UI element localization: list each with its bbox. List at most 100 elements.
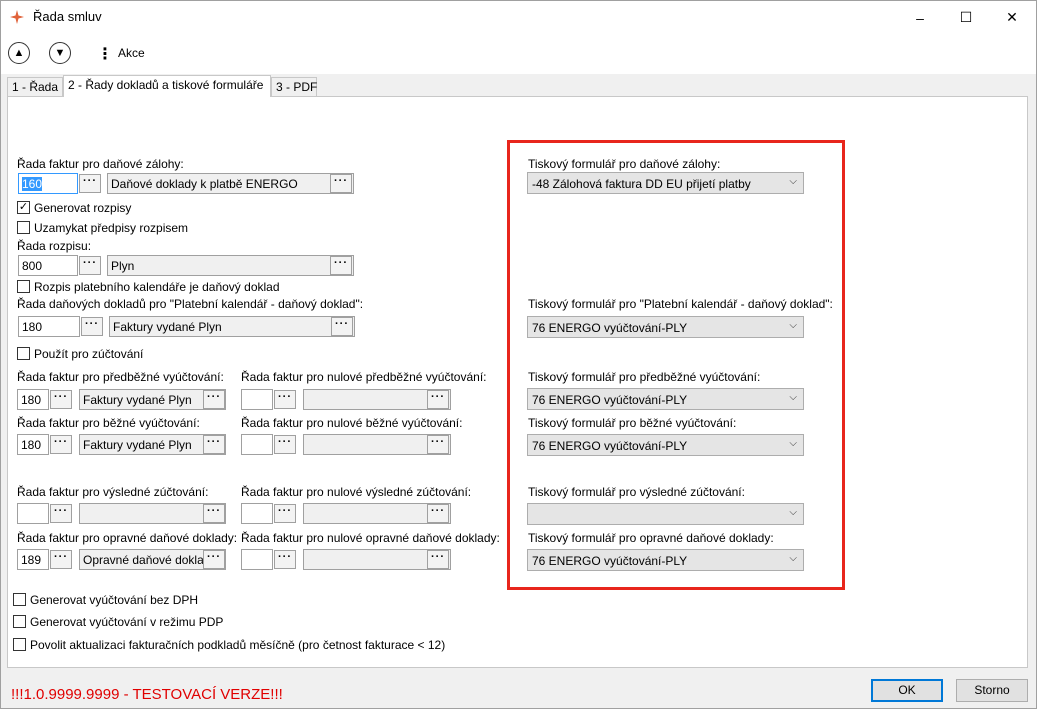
use-for-billing-label: Použít pro zúčtování [34,347,144,361]
tax-doc-series-name-browse-button[interactable]: ··· [331,317,353,336]
tax-doc-series-browse-button[interactable]: ··· [81,317,103,336]
next-record-button[interactable]: ▼ [49,42,71,64]
cancel-button[interactable]: Storno [956,679,1028,702]
billing-no-vat-label: Generovat vyúčtování bez DPH [30,593,199,607]
calendar-form-select[interactable]: 76 ENERGO vyúčtování-PLY ⌵ [527,316,804,338]
final-settlement-name-browse-button[interactable]: ··· [203,504,225,523]
chevron-down-icon: ⌵ [789,553,797,564]
breakdown-series-label: Řada rozpisu: [17,239,92,253]
corrective-form-select[interactable]: 76 ENERGO vyúčtování-PLY ⌵ [527,549,804,571]
check-icon: ✓ [18,201,29,213]
tax-doc-series-name-field: Faktury vydané Plyn [109,316,355,337]
version-warning: !!!1.0.9999.9999 - TESTOVACÍ VERZE!!! [11,686,283,703]
zero-regular-billing-code-input[interactable] [241,434,273,455]
billing-pdp-label: Generovat vyúčtování v režimu PDP [30,615,224,629]
advance-invoice-series-name-field: Daňové doklady k platbě ENERGO [107,173,354,194]
tax-doc-series-label: Řada daňových dokladů pro "Platební kale… [17,297,364,311]
generate-breakdowns-label: Generovat rozpisy [34,201,132,215]
regular-billing-name-browse-button[interactable]: ··· [203,435,225,454]
tab-rada[interactable]: 1 - Řada [7,77,63,97]
regular-billing-label: Řada faktur pro běžné vyúčtování: [17,416,200,430]
dialog-window: Řada smluv – ☐ ✕ ▲ ▼ ⋮ Akce 1 - Řada 2 -… [0,0,1037,709]
prelim-billing-name-browse-button[interactable]: ··· [203,390,225,409]
regular-billing-code-input[interactable]: 180 [17,434,49,455]
final-settlement-label: Řada faktur pro výsledné zúčtování: [17,485,209,499]
more-menu-icon[interactable]: ⋮ [97,44,113,64]
zero-corrective-docs-code-input[interactable] [241,549,273,570]
final-form-select[interactable]: ⌵ [527,503,804,525]
chevron-up-icon: ▲ [13,47,25,59]
advance-invoice-series-name-browse-button[interactable]: ··· [330,174,352,193]
chevron-down-icon: ⌵ [789,438,797,449]
ok-button[interactable]: OK [871,679,943,702]
lock-breakdowns-label: Uzamykat předpisy rozpisem [34,221,189,235]
corrective-docs-label: Řada faktur pro opravné daňové doklady: [17,531,238,545]
app-logo-icon [10,10,24,24]
billing-pdp-checkbox[interactable] [13,615,26,628]
zero-corrective-docs-name-browse-button[interactable]: ··· [427,550,449,569]
payment-calendar-tax-doc-label: Rozpis platebního kalendáře je daňový do… [34,280,280,294]
regular-form-label: Tiskový formulář pro běžné vyúčtování: [528,416,737,430]
advance-invoice-series-browse-button[interactable]: ··· [79,174,101,193]
prelim-form-select[interactable]: 76 ENERGO vyúčtování-PLY ⌵ [527,388,804,410]
prelim-billing-label: Řada faktur pro předběžné vyúčtování: [17,370,224,384]
payment-calendar-tax-doc-checkbox[interactable] [17,280,30,293]
final-settlement-browse-button[interactable]: ··· [50,504,72,523]
zero-prelim-billing-label: Řada faktur pro nulové předběžné vyúčtov… [241,370,487,384]
tab-document-series[interactable]: 2 - Řady dokladů a tiskové formuláře [63,75,271,97]
generate-breakdowns-checkbox[interactable]: ✓ [17,201,30,214]
zero-corrective-docs-browse-button[interactable]: ··· [274,550,296,569]
zero-regular-billing-browse-button[interactable]: ··· [274,435,296,454]
zero-final-settlement-code-input[interactable] [241,503,273,524]
chevron-down-icon: ⌵ [789,320,797,331]
previous-record-button[interactable]: ▲ [8,42,30,64]
breakdown-series-name-browse-button[interactable]: ··· [330,256,352,275]
prelim-billing-browse-button[interactable]: ··· [50,390,72,409]
zero-final-settlement-label: Řada faktur pro nulové výsledné zúčtován… [241,485,472,499]
regular-form-select[interactable]: 76 ENERGO vyúčtování-PLY ⌵ [527,434,804,456]
prelim-form-label: Tiskový formulář pro předběžné vyúčtován… [528,370,761,384]
lock-breakdowns-checkbox[interactable] [17,221,30,234]
chevron-down-icon: ▼ [54,47,66,59]
final-form-label: Tiskový formulář pro výsledné zúčtování: [528,485,745,499]
corrective-docs-name-browse-button[interactable]: ··· [203,550,225,569]
minimize-button[interactable]: – [897,1,943,34]
zero-regular-billing-name-browse-button[interactable]: ··· [427,435,449,454]
zero-final-settlement-name-browse-button[interactable]: ··· [427,504,449,523]
regular-billing-browse-button[interactable]: ··· [50,435,72,454]
corrective-docs-code-input[interactable]: 189 [17,549,49,570]
monthly-update-label: Povolit aktualizaci fakturačních podklad… [30,638,446,652]
tax-doc-series-code-input[interactable]: 180 [18,316,80,337]
monthly-update-checkbox[interactable] [13,638,26,651]
corrective-form-label: Tiskový formulář pro opravné daňové dokl… [528,531,774,545]
tab-pdf[interactable]: 3 - PDF [271,77,317,97]
advance-invoice-series-code-input[interactable]: 160 [18,173,78,194]
breakdown-series-name-field: Plyn [107,255,354,276]
zero-final-settlement-browse-button[interactable]: ··· [274,504,296,523]
chevron-down-icon: ⌵ [789,392,797,403]
chevron-down-icon: ⌵ [789,507,797,518]
window-title: Řada smluv [33,9,102,24]
advance-form-select[interactable]: -48 Zálohová faktura DD EU přijetí platb… [527,172,804,194]
zero-prelim-billing-browse-button[interactable]: ··· [274,390,296,409]
calendar-form-label: Tiskový formulář pro "Platební kalendář … [528,297,833,311]
close-button[interactable]: ✕ [989,1,1035,34]
title-bar: Řada smluv – ☐ ✕ [1,1,1036,34]
maximize-button[interactable]: ☐ [943,1,989,34]
billing-no-vat-checkbox[interactable] [13,593,26,606]
zero-prelim-billing-name-browse-button[interactable]: ··· [427,390,449,409]
toolbar: ▲ ▼ ⋮ Akce [1,34,1036,74]
breakdown-series-code-input[interactable]: 800 [18,255,78,276]
corrective-docs-browse-button[interactable]: ··· [50,550,72,569]
actions-menu[interactable]: Akce [118,46,145,60]
prelim-billing-code-input[interactable]: 180 [17,389,49,410]
zero-regular-billing-label: Řada faktur pro nulové běžné vyúčtování: [241,416,463,430]
zero-prelim-billing-code-input[interactable] [241,389,273,410]
zero-corrective-docs-label: Řada faktur pro nulové opravné daňové do… [241,531,500,545]
chevron-down-icon: ⌵ [789,176,797,187]
advance-form-label: Tiskový formulář pro daňové zálohy: [528,157,721,171]
advance-invoice-series-label: Řada faktur pro daňové zálohy: [17,157,184,171]
use-for-billing-checkbox[interactable] [17,347,30,360]
final-settlement-code-input[interactable] [17,503,49,524]
breakdown-series-browse-button[interactable]: ··· [79,256,101,275]
